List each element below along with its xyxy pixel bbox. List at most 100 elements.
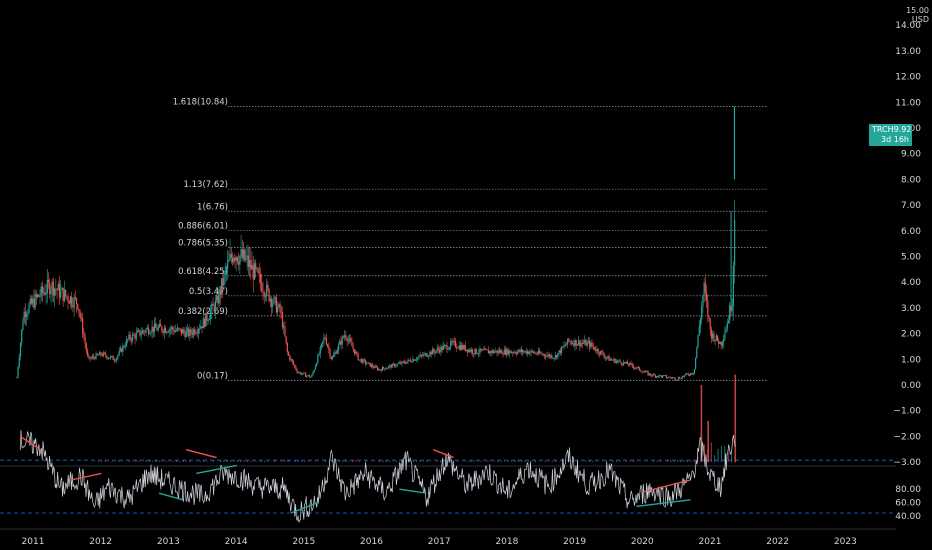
candle-body (30, 298, 33, 304)
candle-body (301, 373, 303, 375)
volume-bar (247, 460, 249, 463)
candle-body (218, 289, 220, 304)
candle-body (272, 302, 274, 307)
candle-body (96, 353, 98, 355)
candle-body (191, 333, 193, 335)
candle-body (490, 351, 492, 353)
candle-body (279, 304, 281, 312)
volume-bar (531, 461, 533, 463)
candle-body (25, 314, 28, 318)
rsi-tick-label: 80.00 (895, 485, 921, 495)
candle-body (509, 350, 511, 353)
candle-body (540, 353, 542, 355)
candle-body (184, 332, 186, 338)
candle-body (437, 348, 440, 350)
volume-bar (487, 460, 489, 463)
candle-body (727, 320, 730, 323)
candle-body (493, 351, 496, 353)
candle-body (643, 371, 646, 373)
candle-body (46, 279, 48, 294)
candle-body (670, 377, 672, 379)
volume-bar (389, 460, 391, 463)
candle-body (707, 300, 709, 316)
candle-body (484, 348, 486, 350)
volume-bar (172, 460, 174, 463)
candle-body (175, 330, 178, 332)
candle-body (136, 330, 139, 333)
volume-bar (670, 460, 672, 463)
volume-bar (148, 460, 150, 463)
candle-body (68, 301, 70, 304)
trading-chart[interactable]: 1.618(10.84) 1.13(7.62) 1(6.76) 0.886(6.01)… (0, 0, 932, 550)
candle-body (660, 375, 663, 378)
volume-bar (494, 461, 496, 463)
volume-bar (111, 461, 113, 463)
candle-body (350, 338, 352, 342)
candle-body (138, 330, 140, 331)
candle-body (205, 313, 207, 327)
candle-body (287, 352, 290, 356)
candle-body (345, 335, 347, 339)
candle-body (139, 330, 141, 336)
fib-level-label: 0.886(6.01) (178, 222, 228, 232)
candle-body (642, 371, 644, 373)
candle-body (569, 341, 571, 342)
time-tick-label: 2017 (428, 537, 451, 547)
candle-body (552, 358, 554, 359)
candle-body (297, 372, 299, 374)
candle-body (721, 341, 724, 346)
candle-body (479, 348, 481, 353)
volume-bar (636, 461, 638, 463)
candle-body (102, 352, 104, 356)
candle-body (554, 355, 557, 358)
candle-body (89, 356, 91, 359)
candle-body (409, 360, 412, 362)
candle-body (111, 356, 113, 357)
volume-bar (467, 461, 469, 463)
candle-body (47, 279, 50, 283)
price-tick-label: 7.00 (901, 201, 921, 211)
candle-body (220, 278, 223, 295)
price-tick-label: 5.00 (901, 253, 921, 263)
candle-body (39, 296, 41, 298)
candle-body (230, 253, 232, 258)
candle-body (545, 355, 547, 358)
candle-body (153, 323, 156, 332)
candle-body (638, 367, 641, 371)
candle-body (570, 341, 572, 344)
candle-body (196, 332, 198, 334)
candle-body (586, 342, 588, 346)
time-tick-label: 2020 (631, 537, 654, 547)
candle-body (256, 268, 258, 270)
candle-body (355, 351, 357, 354)
volume-bar (301, 461, 303, 463)
candle-body (55, 288, 57, 290)
candle-body (108, 357, 111, 359)
candle-body (470, 349, 472, 352)
candle-body (400, 362, 402, 364)
candle-body (127, 339, 129, 341)
candle-body (90, 357, 92, 359)
candle-body (517, 351, 519, 354)
candle-body (441, 346, 443, 350)
price-tick-label: 11.00 (895, 98, 921, 108)
candle-body (100, 352, 102, 355)
candle-body (123, 345, 125, 348)
candle-body (599, 351, 602, 355)
candle-body (731, 306, 733, 312)
last-price-badge[interactable]: TRCH 9.92 3d 16h (869, 124, 912, 146)
candle-body (57, 283, 59, 291)
volume-bar (267, 461, 269, 463)
candle-body (673, 377, 675, 379)
volume-bar (128, 460, 130, 463)
candle-body (386, 368, 388, 369)
candle-body (268, 288, 270, 302)
candle-body (713, 333, 715, 342)
candle-body (698, 326, 700, 336)
price-tick-label: 6.00 (901, 227, 921, 237)
volume-bar (504, 461, 506, 463)
volume-bar (629, 461, 631, 463)
time-tick-label: 2023 (834, 537, 857, 547)
candle-body (356, 351, 358, 354)
candle-body (686, 373, 688, 375)
